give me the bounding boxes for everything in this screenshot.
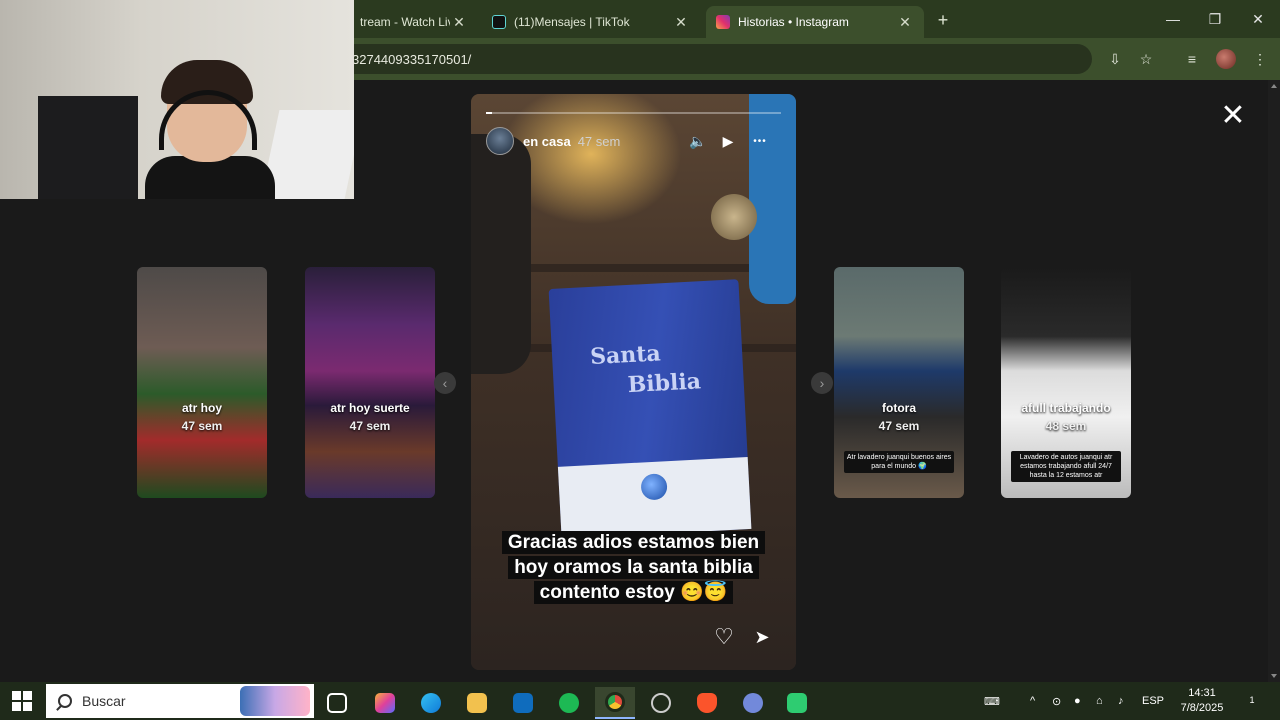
notification-icon[interactable]: 1 bbox=[1240, 690, 1264, 710]
tiktok-icon bbox=[492, 15, 506, 29]
story-progress-bar bbox=[486, 112, 781, 114]
caption-line: contento estoy 😊😇 bbox=[533, 581, 734, 604]
clock-app-icon[interactable] bbox=[641, 687, 681, 719]
scroll-up-icon[interactable] bbox=[1271, 84, 1277, 88]
instagram-icon bbox=[716, 15, 730, 29]
thumbnail-caption: Lavadero de autos juanqui atr estamos tr… bbox=[1011, 451, 1121, 482]
search-icon bbox=[58, 694, 72, 708]
caption-line: hoy oramos la santa biblia bbox=[508, 556, 759, 579]
reading-list-icon[interactable]: ≡ bbox=[1181, 48, 1203, 70]
thumbnail-caption: Atr lavadero juanqui buenos aires para e… bbox=[844, 451, 954, 473]
next-story-button[interactable]: › bbox=[811, 372, 833, 394]
thumbnail-time: 47 sem bbox=[181, 419, 223, 433]
install-icon[interactable]: ⇩ bbox=[1104, 48, 1126, 70]
tab-stream[interactable]: tream - Watch Live ✕ bbox=[350, 6, 478, 38]
window-close-button[interactable]: ✕ bbox=[1236, 6, 1280, 32]
network-icon[interactable]: ⊙ bbox=[1052, 692, 1061, 710]
tab-instagram[interactable]: Historias • Instagram ✕ bbox=[706, 6, 924, 38]
tab-title: tream - Watch Live bbox=[360, 15, 450, 29]
discord-icon[interactable] bbox=[733, 687, 773, 719]
thumbnail-user: atr hoy bbox=[181, 401, 222, 415]
story-thumbnail[interactable]: atr hoy suerte 47 sem bbox=[305, 267, 435, 498]
scrollbar[interactable] bbox=[1268, 80, 1280, 682]
copilot-icon[interactable] bbox=[365, 687, 405, 719]
menu-icon[interactable]: ⋮ bbox=[1249, 48, 1271, 70]
volume-tray-icon[interactable]: ♪ bbox=[1118, 692, 1124, 710]
windows-start-icon[interactable] bbox=[12, 691, 32, 711]
tab-close-icon[interactable]: ✕ bbox=[450, 13, 468, 31]
bible-book: Santa Biblia bbox=[548, 279, 752, 539]
clock-time: 14:31 bbox=[1188, 687, 1216, 699]
spotify-icon[interactable] bbox=[549, 687, 589, 719]
book-title-line: Biblia bbox=[627, 368, 702, 399]
share-icon[interactable]: ➤ bbox=[749, 624, 775, 650]
system-clock[interactable]: 14:31 7/8/2025 bbox=[1172, 686, 1232, 716]
close-stories-button[interactable]: ✕ bbox=[1218, 101, 1248, 132]
tab-tiktok[interactable]: (11)Mensajes | TikTok ✕ bbox=[482, 6, 700, 38]
brave-icon[interactable] bbox=[687, 687, 727, 719]
previous-story-button[interactable]: ‹ bbox=[434, 372, 456, 394]
edge-icon[interactable] bbox=[411, 687, 451, 719]
story-thumbnail[interactable]: fotora 47 sem Atr lavadero juanqui bueno… bbox=[834, 267, 964, 498]
tab-close-icon[interactable]: ✕ bbox=[672, 13, 690, 31]
jar bbox=[471, 134, 531, 374]
avatar[interactable] bbox=[486, 127, 514, 155]
tab-title: Historias • Instagram bbox=[738, 15, 849, 29]
thumbnail-user: fotora bbox=[882, 401, 916, 415]
thumbnail-time: 47 sem bbox=[349, 419, 391, 433]
file-explorer-icon[interactable] bbox=[457, 687, 497, 719]
webcam-overlay bbox=[0, 0, 354, 199]
microphone-icon[interactable]: ● bbox=[1074, 692, 1081, 710]
restore-button[interactable]: ❐ bbox=[1193, 6, 1237, 32]
thumbnail-time: 47 sem bbox=[878, 419, 920, 433]
story-progress-fill bbox=[486, 112, 492, 114]
address-bar[interactable]: 3274409335170501/ bbox=[340, 44, 1092, 74]
profile-avatar[interactable] bbox=[1216, 49, 1236, 69]
outlook-icon[interactable] bbox=[503, 687, 543, 719]
caption-line: Gracias adios estamos bien bbox=[501, 531, 766, 554]
clock-date: 7/8/2025 bbox=[1180, 702, 1224, 714]
minimize-button[interactable]: — bbox=[1151, 6, 1195, 32]
story-timestamp: 47 sem bbox=[577, 133, 621, 149]
taskbar-search[interactable]: Buscar bbox=[46, 684, 314, 718]
story-username[interactable]: en casa bbox=[523, 134, 571, 149]
wifi-icon[interactable]: ⌂ bbox=[1096, 692, 1103, 710]
notification-count: 1 bbox=[1249, 695, 1255, 705]
webcam-shelf bbox=[38, 96, 138, 199]
stream-app-icon[interactable] bbox=[777, 687, 817, 719]
scroll-down-icon[interactable] bbox=[1271, 674, 1277, 678]
task-view-icon[interactable] bbox=[317, 687, 357, 719]
book-title: Santa Biblia bbox=[589, 336, 702, 402]
thumbnail-time: 48 sem bbox=[1045, 419, 1087, 433]
volume-icon[interactable]: 🔈 bbox=[688, 132, 708, 150]
new-tab-button[interactable]: + bbox=[930, 8, 956, 32]
search-highlight-image bbox=[240, 686, 310, 716]
webcam-person bbox=[145, 60, 275, 199]
coin bbox=[711, 194, 757, 240]
star-icon[interactable]: ☆ bbox=[1135, 48, 1157, 70]
webcam-body bbox=[145, 156, 275, 199]
story-thumbnail[interactable]: afull trabajando 48 sem Lavadero de auto… bbox=[1001, 267, 1131, 498]
search-placeholder: Buscar bbox=[82, 693, 126, 709]
story-caption: Gracias adios estamos bien hoy oramos la… bbox=[471, 530, 796, 605]
taskbar: Buscar bbox=[0, 682, 1280, 720]
tab-title: (11)Mensajes | TikTok bbox=[514, 15, 630, 29]
thumbnail-user: atr hoy suerte bbox=[330, 401, 410, 415]
tray-overflow-icon[interactable]: ^ bbox=[1030, 692, 1035, 710]
story-thumbnail[interactable]: atr hoy 47 sem bbox=[137, 267, 267, 498]
play-icon[interactable]: ▶ bbox=[718, 132, 738, 150]
language-indicator[interactable]: ESP bbox=[1142, 692, 1164, 710]
tab-close-icon[interactable]: ✕ bbox=[896, 13, 914, 31]
chrome-icon[interactable] bbox=[595, 687, 635, 719]
more-options-icon[interactable]: ••• bbox=[750, 132, 770, 150]
keyboard-icon[interactable]: ⌨ bbox=[984, 692, 1000, 710]
active-story[interactable]: Santa Biblia en casa 47 sem 🔈 ▶ ••• Grac… bbox=[471, 94, 796, 670]
book-title-line: Santa bbox=[589, 340, 662, 371]
thumbnail-user: afull trabajando bbox=[1021, 401, 1111, 415]
like-icon[interactable]: ♡ bbox=[711, 624, 737, 650]
